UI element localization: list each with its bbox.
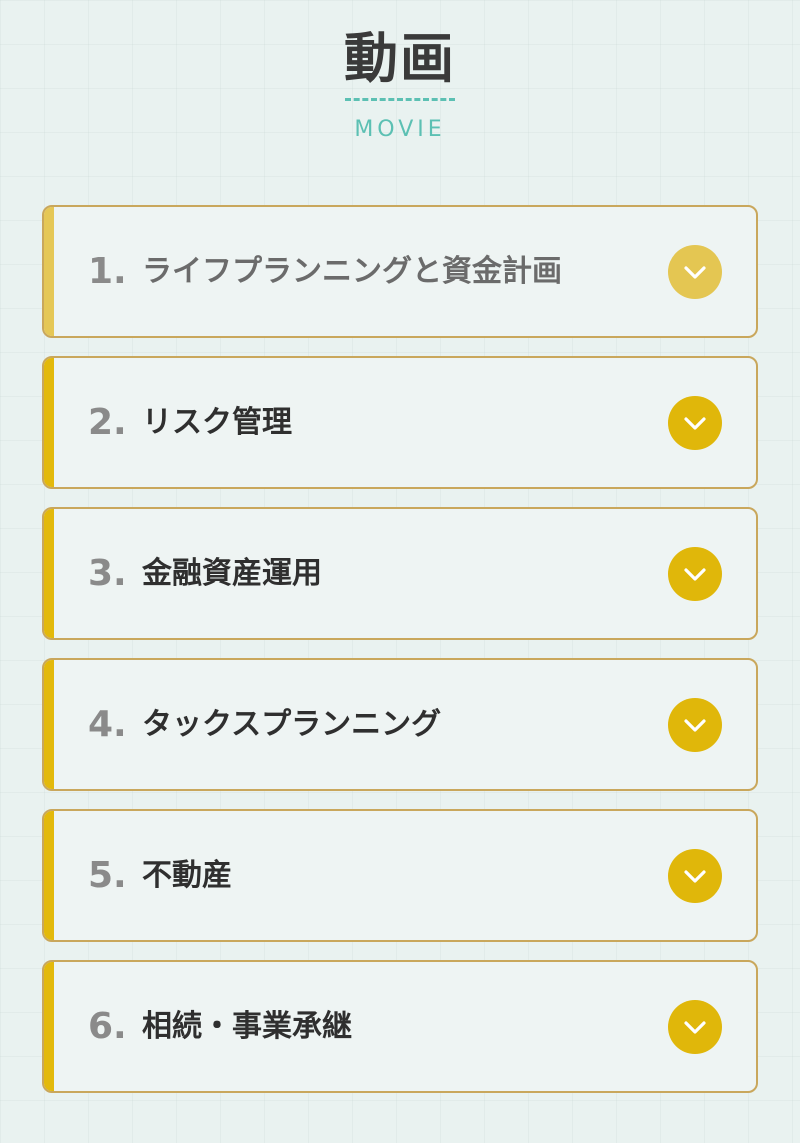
item-label: 金融資産運用 [142,556,322,591]
accent-bar [44,811,54,940]
expand-toggle-button[interactable] [668,698,722,752]
expand-toggle-button[interactable] [668,547,722,601]
chevron-down-icon [684,719,706,732]
accent-bar [44,207,54,336]
item-label: 相続・事業承継 [142,1009,352,1044]
item-number: 6. [88,1006,127,1047]
accent-bar [44,660,54,789]
accent-bar [44,509,54,638]
chevron-down-icon [684,1021,706,1034]
accordion-item-tax-planning[interactable]: 4. タックスプランニング [42,658,758,791]
expand-toggle-button[interactable] [668,396,722,450]
chevron-down-icon [684,568,706,581]
section-header: 動画 MOVIE [0,0,800,190]
page-subtitle: MOVIE [354,117,446,142]
accent-bar [44,962,54,1091]
item-number: 4. [88,704,127,745]
item-label: タックスプランニング [142,707,442,742]
chevron-down-icon [684,870,706,883]
accordion-item-life-planning[interactable]: 1. ライフプランニングと資金計画 [42,205,758,338]
chevron-down-icon [684,266,706,279]
chevron-down-icon [684,417,706,430]
item-number: 3. [88,553,127,594]
item-number: 5. [88,855,127,896]
movie-category-list: 1. ライフプランニングと資金計画 2. リスク管理 3. 金融資産運用 4. [42,205,758,1093]
item-number: 2. [88,402,127,443]
accordion-item-financial-assets[interactable]: 3. 金融資産運用 [42,507,758,640]
expand-toggle-button[interactable] [668,245,722,299]
accordion-item-real-estate[interactable]: 5. 不動産 [42,809,758,942]
expand-toggle-button[interactable] [668,849,722,903]
expand-toggle-button[interactable] [668,1000,722,1054]
item-label: リスク管理 [142,405,292,440]
accordion-item-inheritance[interactable]: 6. 相続・事業承継 [42,960,758,1093]
accent-bar [44,358,54,487]
item-number: 1. [88,251,127,292]
accordion-item-risk-management[interactable]: 2. リスク管理 [42,356,758,489]
item-label: ライフプランニングと資金計画 [142,254,562,289]
page-title: 動画 [344,27,456,90]
title-dashed-divider [345,98,455,101]
item-label: 不動産 [142,858,232,893]
